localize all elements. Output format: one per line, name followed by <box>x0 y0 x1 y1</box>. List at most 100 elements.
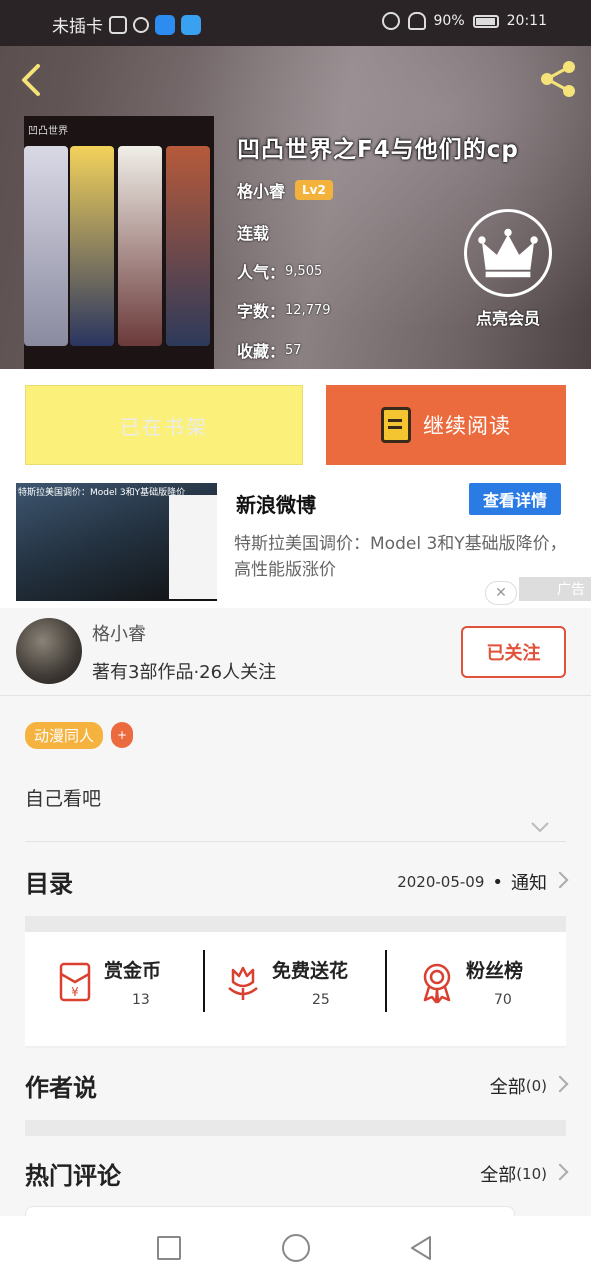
hot-comments-count: (10) <box>516 1165 547 1183</box>
ad-image-screen <box>169 495 217 599</box>
app-notification-icon <box>155 14 175 35</box>
alarm-icon <box>381 12 400 30</box>
on-shelf-button[interactable]: 已在书架 <box>25 385 303 465</box>
ad-description[interactable]: 特斯拉美国调价：Model 3和Y基础版降价，高性能版涨价 <box>234 531 574 583</box>
battery-icon <box>472 14 499 28</box>
gift-count: 70 <box>494 992 512 1008</box>
system-nav-bar <box>0 1216 591 1280</box>
gift-count: 25 <box>312 992 330 1008</box>
section-gap <box>25 1120 566 1136</box>
book-cover[interactable]: 凹凸世界 <box>24 116 214 369</box>
on-shelf-label: 已在书架 <box>120 414 208 439</box>
sim-alert-icon <box>109 15 127 34</box>
popularity-label: 人气： <box>237 263 286 282</box>
book-header: 凹凸世界 凹凸世界之F4与他们的cp 格小睿 Lv2 连载 人气： 9,505 … <box>0 46 591 369</box>
author-says-title[interactable]: 作者说 <box>25 1068 97 1103</box>
hot-comments-title[interactable]: 热门评论 <box>25 1156 121 1191</box>
chevron-right-icon[interactable] <box>551 1163 569 1181</box>
status-row: 连载 <box>237 220 269 244</box>
status-bar: 未插卡 90% 20:11 <box>0 0 591 46</box>
cover-character-4 <box>166 146 210 346</box>
gift-panel: ¥ 赏金币 13 免费送花 25 粉丝榜 70 <box>25 932 566 1046</box>
ad-source: 新浪微博 <box>236 493 316 517</box>
all-label: 全部 <box>480 1165 517 1186</box>
gift-label: 粉丝榜 <box>466 960 524 982</box>
wifi-icon <box>133 16 149 33</box>
cover-character-1 <box>24 146 68 346</box>
popularity-row: 人气： 9,505 <box>237 259 322 283</box>
battery-percent: 90% <box>433 13 465 29</box>
comment-card[interactable] <box>25 1206 515 1216</box>
avatar[interactable] <box>16 618 82 684</box>
continue-reading-label: 继续阅读 <box>423 414 511 438</box>
chevron-right-icon[interactable] <box>551 1075 569 1093</box>
cover-title: 凹凸世界 <box>28 126 68 137</box>
favorites-label: 收藏： <box>237 342 286 361</box>
catalog-title[interactable]: 目录 <box>25 864 73 899</box>
favorites-value: 57 <box>285 342 302 358</box>
app-notification-icon-2 <box>181 14 201 35</box>
author-name[interactable]: 格小睿 <box>92 620 146 646</box>
book-summary: 自己看吧 <box>25 788 102 810</box>
book-detail-page: 未插卡 90% 20:11 凹凸世界 凹凸世界之F4与他们的cp 格小睿 Lv2… <box>0 0 591 1280</box>
author-row[interactable]: 格小睿 Lv2 <box>237 178 333 202</box>
cover-character-2 <box>70 146 114 346</box>
all-label: 全部 <box>489 1077 526 1098</box>
book-icon <box>381 407 411 443</box>
ad-banner[interactable]: 特斯拉美国调价：Model 3和Y基础版降价 新浪微博 查看详情 特斯拉美国调价… <box>0 481 591 608</box>
author-says-all[interactable]: 全部 (0) <box>490 1073 547 1099</box>
ad-image[interactable]: 特斯拉美国调价：Model 3和Y基础版降价 <box>16 483 217 601</box>
continue-reading-button[interactable]: 继续阅读 <box>326 385 566 465</box>
crown-icon <box>464 209 552 297</box>
action-bar: 已在书架 继续阅读 <box>0 369 591 481</box>
add-tag-button[interactable]: + <box>111 722 134 748</box>
book-status: 连载 <box>237 224 270 243</box>
share-icon[interactable] <box>537 58 579 100</box>
gift-count: 13 <box>132 992 150 1008</box>
tag-list: 动漫同人 + <box>25 722 134 749</box>
carrier-text: 未插卡 <box>52 17 103 37</box>
chevron-left-icon[interactable] <box>16 60 46 100</box>
author-says-count: (0) <box>525 1077 547 1095</box>
red-envelope-icon: ¥ <box>59 962 91 1002</box>
ad-detail-button[interactable]: 查看详情 <box>469 483 561 515</box>
book-author[interactable]: 格小睿 <box>237 178 285 202</box>
clock: 20:11 <box>506 13 547 29</box>
ad-image-caption: 特斯拉美国调价：Model 3和Y基础版降价 <box>18 488 186 498</box>
section-gap <box>25 1046 566 1048</box>
chevron-right-icon[interactable] <box>551 871 569 889</box>
cover-character-3 <box>118 146 162 346</box>
flower-icon <box>228 966 258 1000</box>
follow-button[interactable]: 已关注 <box>461 626 566 678</box>
vip-button[interactable]: 点亮会员 <box>463 209 553 329</box>
recent-apps-icon[interactable] <box>157 1236 181 1260</box>
medal-icon <box>423 963 451 1004</box>
gift-fans[interactable]: 粉丝榜 70 <box>387 932 566 1046</box>
gift-label: 免费送花 <box>272 960 349 982</box>
level-badge: Lv2 <box>295 180 333 200</box>
svg-text:¥: ¥ <box>71 985 79 999</box>
divider <box>25 841 566 842</box>
catalog-date: 2020-05-09 <box>397 873 485 891</box>
chevron-down-icon[interactable] <box>530 820 550 834</box>
favorites-row: 收藏： 57 <box>237 338 302 362</box>
word-count-label: 字数： <box>237 302 286 321</box>
gift-coin[interactable]: ¥ 赏金币 13 <box>25 932 205 1046</box>
word-count-row: 字数： 12,779 <box>237 298 331 322</box>
gift-flower[interactable]: 免费送花 25 <box>205 932 385 1046</box>
tag-item[interactable]: 动漫同人 <box>25 722 104 749</box>
author-stats: 著有3部作品·26人关注 <box>92 662 277 683</box>
vip-label: 点亮会员 <box>475 309 540 328</box>
close-icon[interactable]: ✕ <box>485 581 517 605</box>
catalog-update[interactable]: 2020-05-09 • 通知 <box>397 869 547 895</box>
back-triangle-icon[interactable] <box>408 1234 436 1262</box>
hot-comments-all[interactable]: 全部 (10) <box>480 1161 547 1187</box>
author-card[interactable]: 格小睿 著有3部作品·26人关注 已关注 <box>0 608 591 696</box>
book-title: 凹凸世界之F4与他们的cp <box>237 137 519 163</box>
word-count-value: 12,779 <box>285 302 331 318</box>
popularity-value: 9,505 <box>285 263 323 279</box>
gift-label: 赏金币 <box>104 960 162 982</box>
catalog-notice: 通知 <box>511 873 547 894</box>
ad-tag: 广告 <box>519 577 591 601</box>
home-icon[interactable] <box>282 1234 310 1262</box>
